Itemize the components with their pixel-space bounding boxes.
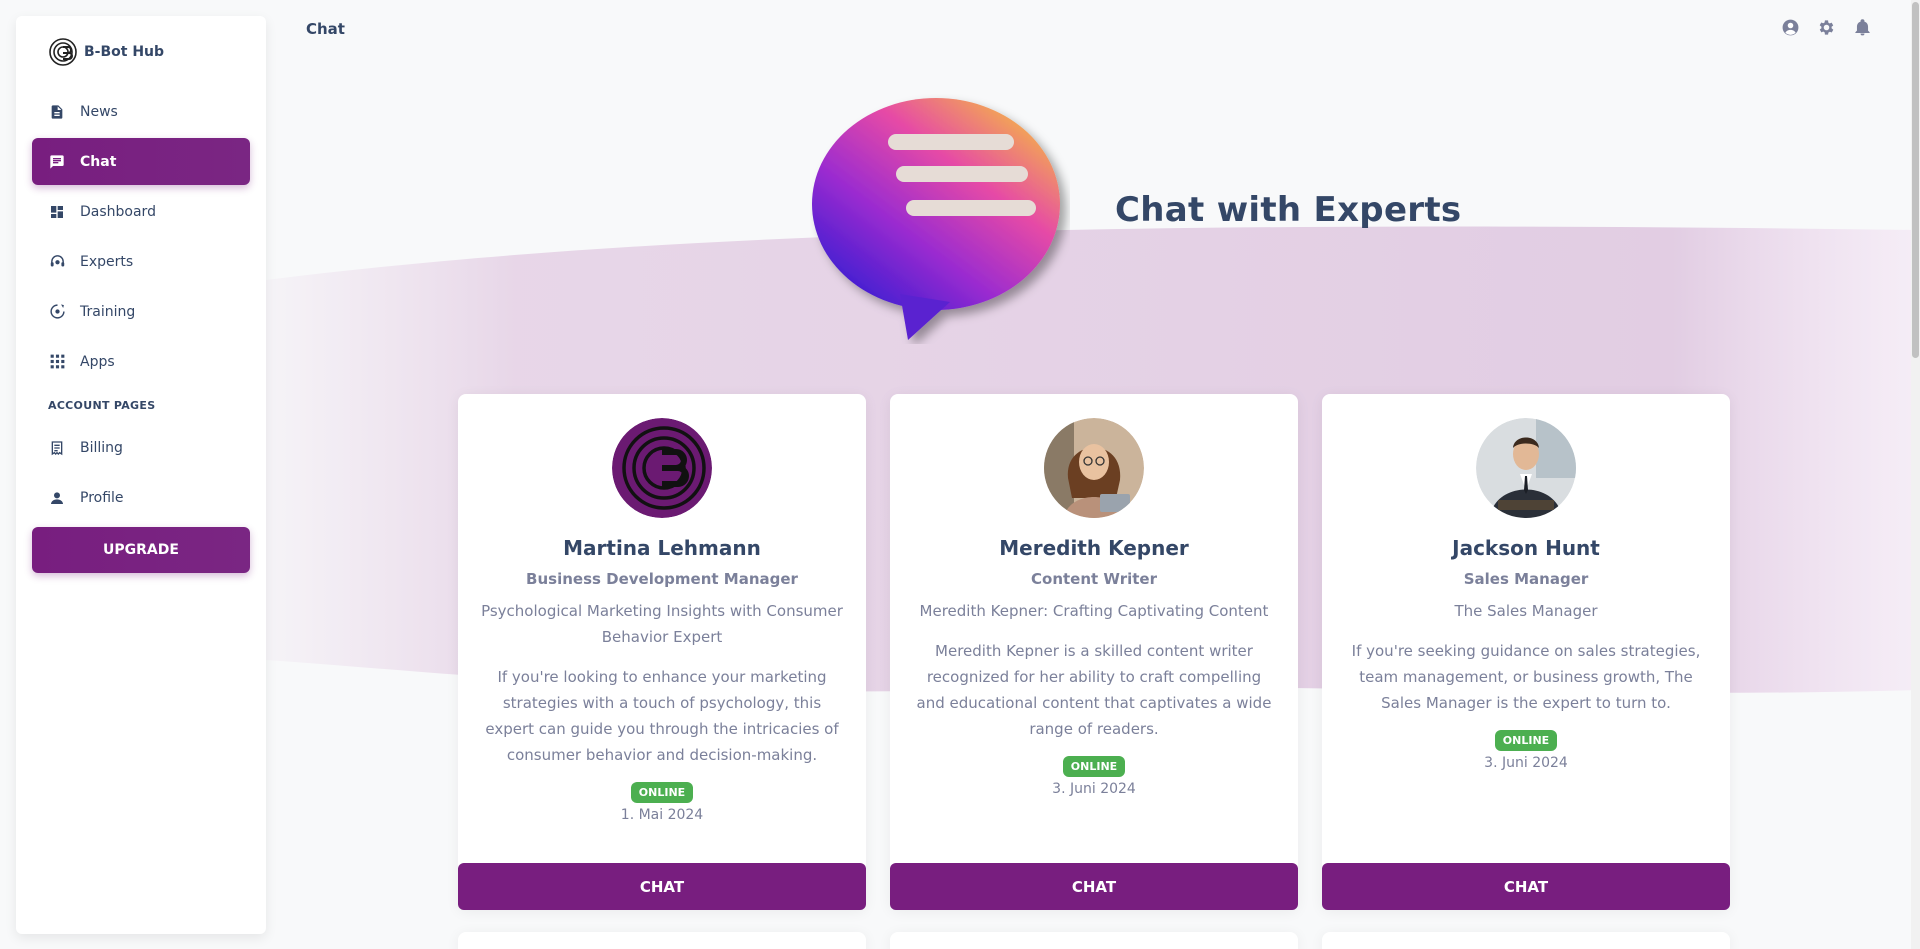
sidebar-item-profile[interactable]: Profile [32, 474, 250, 521]
sidebar-item-dashboard[interactable]: Dashboard [32, 188, 250, 235]
article-icon [48, 103, 66, 121]
experts-card-grid: Martina Lehmann Business Development Man… [458, 394, 1730, 910]
sidebar-item-experts[interactable]: Experts [32, 238, 250, 285]
expert-avatar[interactable] [612, 418, 712, 518]
expert-headline: The Sales Manager [1454, 602, 1598, 620]
expert-description: If you're seeking guidance on sales stra… [1351, 642, 1701, 712]
receipt-icon [48, 439, 66, 457]
apps-grid-icon [48, 353, 66, 371]
expert-name: Jackson Hunt [1452, 536, 1600, 560]
sidebar-item-label: Training [80, 303, 136, 320]
status-badge: ONLINE [630, 782, 694, 803]
expert-card: Jackson Hunt Sales Manager The Sales Man… [1322, 394, 1730, 910]
sidebar: B-Bot Hub News Chat Dashboard Experts Tr… [16, 16, 266, 934]
status-badge: ONLINE [1062, 756, 1126, 777]
expert-role: Content Writer [1031, 570, 1157, 588]
account-circle-icon[interactable] [1781, 18, 1800, 37]
support-agent-icon [48, 253, 66, 271]
expert-headline: Psychological Marketing Insights with Co… [481, 602, 843, 646]
chat-icon [48, 153, 66, 171]
sidebar-item-chat[interactable]: Chat [32, 138, 250, 185]
expert-card-next-row [1322, 932, 1730, 949]
scrollbar-thumb[interactable] [1912, 2, 1919, 358]
expert-description: Meredith Kepner is a skilled content wri… [916, 642, 1272, 738]
sidebar-item-billing[interactable]: Billing [32, 424, 250, 471]
man-portrait-avatar [1476, 418, 1576, 518]
brand[interactable]: B-Bot Hub [16, 16, 266, 88]
page-title: Chat with Experts [1115, 190, 1462, 230]
expert-date: 3. Juni 2024 [1052, 781, 1136, 797]
expert-description: If you're looking to enhance your market… [485, 668, 839, 764]
account-pages-label: ACCOUNT PAGES [48, 399, 156, 412]
expert-role: Business Development Manager [526, 570, 798, 588]
b-bot-logo-icon [49, 38, 77, 66]
expert-headline: Meredith Kepner: Crafting Captivating Co… [919, 602, 1269, 620]
training-icon [48, 303, 66, 321]
expert-avatar[interactable] [1044, 418, 1144, 518]
settings-gear-icon[interactable] [1817, 18, 1836, 37]
sidebar-item-label: Chat [80, 153, 117, 170]
account-nav: Billing Profile [16, 424, 266, 521]
expert-card: Martina Lehmann Business Development Man… [458, 394, 866, 910]
page-scrollbar[interactable] [1911, 0, 1920, 949]
expert-name: Martina Lehmann [563, 536, 761, 560]
sidebar-item-news[interactable]: News [32, 88, 250, 135]
sidebar-item-label: Apps [80, 353, 115, 370]
b-bot-logo-avatar [612, 418, 712, 518]
person-icon [48, 489, 66, 507]
notifications-bell-icon[interactable] [1853, 18, 1872, 37]
sidebar-item-label: Billing [80, 439, 123, 456]
sidebar-nav: News Chat Dashboard Experts Training App… [16, 88, 266, 385]
topbar-actions [1781, 18, 1872, 37]
expert-card-next-row [890, 932, 1298, 949]
brand-name: B-Bot Hub [84, 44, 165, 60]
chat-button[interactable]: CHAT [458, 863, 866, 910]
expert-date: 1. Mai 2024 [620, 807, 704, 823]
sidebar-item-label: Dashboard [80, 203, 156, 220]
expert-date: 3. Juni 2024 [1484, 755, 1568, 771]
expert-name: Meredith Kepner [999, 536, 1189, 560]
expert-card: Meredith Kepner Content Writer Meredith … [890, 394, 1298, 910]
chat-button[interactable]: CHAT [890, 863, 1298, 910]
sidebar-item-label: Profile [80, 489, 124, 506]
upgrade-button[interactable]: UPGRADE [32, 527, 250, 573]
woman-portrait-avatar [1044, 418, 1144, 518]
sidebar-item-label: Experts [80, 253, 134, 270]
dashboard-icon [48, 203, 66, 221]
expert-card-next-row [458, 932, 866, 949]
sidebar-item-apps[interactable]: Apps [32, 338, 250, 385]
sidebar-item-training[interactable]: Training [32, 288, 250, 335]
expert-avatar[interactable] [1476, 418, 1576, 518]
chat-button[interactable]: CHAT [1322, 863, 1730, 910]
chat-bubble-illustration [812, 98, 1060, 340]
sidebar-item-label: News [80, 103, 118, 120]
breadcrumb-title: Chat [306, 20, 345, 38]
status-badge: ONLINE [1494, 730, 1558, 751]
expert-role: Sales Manager [1463, 570, 1589, 588]
